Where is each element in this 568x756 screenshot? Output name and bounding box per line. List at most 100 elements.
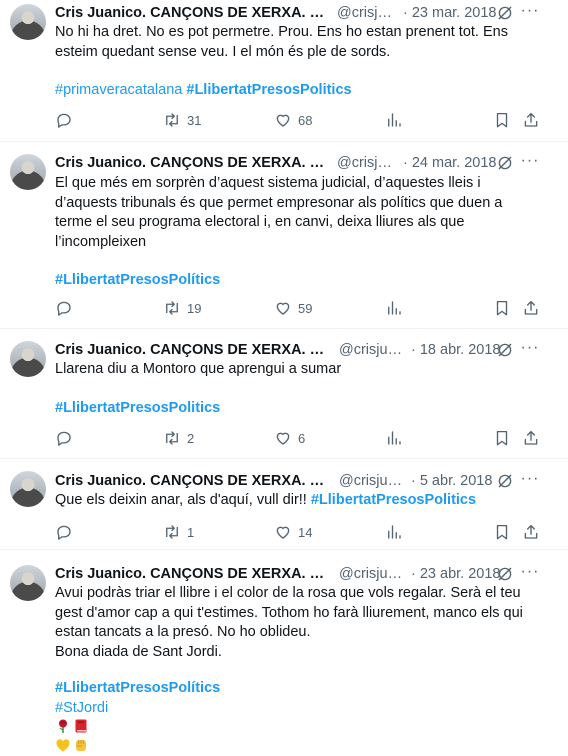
avatar[interactable] (10, 471, 46, 507)
author-name[interactable]: Cris Juanico. CANÇONS DE XERXA. Llib… (55, 566, 331, 582)
author-handle[interactable]: @crisju… (337, 155, 399, 171)
like-icon (276, 114, 290, 127)
tweet-text-line: esteim quedant sense veu. I el món és pl… (55, 43, 391, 60)
views-button[interactable] (385, 522, 403, 542)
author-handle[interactable]: @crisju… (337, 5, 399, 21)
like-button[interactable]: 59 (274, 298, 312, 318)
share-button[interactable] (522, 428, 540, 448)
tweet-date[interactable]: 24 mar. 2018 (412, 155, 497, 171)
avatar[interactable] (10, 565, 46, 601)
emoji-row (55, 718, 540, 737)
views-icon (388, 301, 401, 315)
tweet[interactable]: Cris Juanico. CANÇONS DE XERXA. Llib… @c… (0, 329, 568, 459)
share-icon (524, 524, 538, 539)
grok-icon[interactable] (496, 341, 514, 359)
author-name[interactable]: Cris Juanico. CANÇONS DE XERXA. Llib… (55, 473, 331, 489)
tweet[interactable]: Cris Juanico. CANÇONS DE XERXA. Lli… @cr… (0, 0, 568, 142)
bookmark-button[interactable] (493, 522, 511, 542)
reply-button[interactable] (55, 298, 73, 318)
retweet-icon (166, 431, 178, 445)
author-handle[interactable]: @crisjua… (339, 566, 407, 582)
views-button[interactable] (385, 298, 403, 318)
like-button[interactable]: 6 (274, 428, 305, 448)
tweet-date[interactable]: 23 mar. 2018 (412, 5, 497, 21)
tweet[interactable]: Cris Juanico. CANÇONS DE XERXA. Llib… @c… (0, 459, 568, 550)
tweet-header: Cris Juanico. CANÇONS DE XERXA. Lli… @cr… (55, 3, 562, 23)
retweet-button[interactable]: 1 (163, 522, 194, 542)
more-icon[interactable]: ··· (520, 153, 540, 172)
reply-button[interactable] (55, 522, 73, 542)
retweet-button[interactable]: 2 (163, 428, 194, 448)
tweet[interactable]: Cris Juanico. CANÇONS DE XERXA. Llib… @c… (0, 550, 568, 756)
grok-icon[interactable] (496, 472, 514, 490)
like-button[interactable]: 68 (274, 110, 312, 130)
tweet-text-line: terme el seu programa electoral i, en ca… (55, 214, 465, 230)
hashtag-link[interactable]: #StJordi (55, 700, 108, 716)
tweet-text-line: l’incompleixen (55, 233, 147, 250)
tweet-actions: 1 14 (55, 522, 540, 542)
more-icon[interactable]: ··· (520, 564, 540, 583)
author-name[interactable]: Cris Juanico. CANÇONS DE XERXA. Llib… (55, 342, 331, 358)
reply-icon (57, 301, 71, 316)
more-icon[interactable]: ··· (520, 3, 540, 22)
grok-icon[interactable] (496, 154, 514, 172)
author-handle[interactable]: @crisjua… (339, 342, 407, 358)
avatar[interactable] (10, 4, 46, 40)
like-button[interactable]: 14 (274, 522, 312, 542)
like-icon (276, 302, 290, 315)
reply-icon (57, 525, 71, 540)
author-name[interactable]: Cris Juanico. CANÇONS DE XERXA. Lli… (55, 155, 329, 171)
hashtag-link[interactable]: #LlibertatPresosPolitics (311, 492, 476, 508)
views-button[interactable] (385, 428, 403, 448)
share-button[interactable] (522, 298, 540, 318)
reply-icon (57, 431, 71, 446)
hashtag-link[interactable]: #LlibertatPresosPolítics (55, 680, 220, 696)
raised-fist-emoji (76, 740, 86, 751)
more-icon[interactable]: ··· (520, 340, 540, 359)
retweet-button[interactable]: 19 (163, 298, 201, 318)
bookmark-icon (496, 524, 508, 540)
more-icon[interactable]: ··· (520, 471, 540, 490)
like-count: 59 (298, 300, 313, 316)
avatar[interactable] (10, 341, 46, 377)
emoji-row (55, 737, 540, 756)
grok-icon[interactable] (496, 4, 514, 22)
author-handle[interactable]: @crisjua… (339, 473, 407, 489)
reply-button[interactable] (55, 428, 73, 448)
grok-icon[interactable] (496, 565, 514, 583)
views-button[interactable] (385, 110, 403, 130)
tweet-actions: 31 68 (55, 110, 540, 130)
retweet-button[interactable]: 31 (163, 110, 201, 130)
retweet-count: 1 (187, 524, 195, 540)
share-button[interactable] (522, 110, 540, 130)
bookmark-icon (496, 430, 508, 446)
bookmark-button[interactable] (493, 428, 511, 448)
tweet-actions: 19 59 (55, 298, 540, 318)
hashtag-link[interactable]: #primaveracatalana (55, 82, 182, 98)
tweet-text-line: d’aquests tribunals és que permet empres… (55, 194, 503, 211)
reply-button[interactable] (55, 110, 73, 130)
bookmark-button[interactable] (493, 298, 511, 318)
author-name[interactable]: Cris Juanico. CANÇONS DE XERXA. Lli… (55, 5, 329, 21)
hashtag-link[interactable]: #LlibertatPresosPolitics (55, 400, 220, 416)
retweet-count: 19 (187, 300, 202, 316)
separator-dot: · (411, 473, 416, 489)
share-button[interactable] (522, 522, 540, 542)
retweet-count: 2 (187, 430, 195, 446)
tweet-header: Cris Juanico. CANÇONS DE XERXA. Llib… @c… (55, 564, 562, 584)
tweet-date[interactable]: 23 abr. 2018 (420, 566, 501, 582)
tweet-date[interactable]: 18 abr. 2018 (420, 342, 501, 358)
separator-dot: · (411, 342, 416, 358)
views-icon (388, 113, 401, 127)
hashtag-link[interactable]: #LlibertatPresosPolítics (55, 272, 220, 288)
tweet-date[interactable]: 5 abr. 2018 (420, 473, 493, 489)
tweet-text: Avui podràs triar el llibre i el color d… (55, 584, 540, 756)
views-icon (388, 525, 401, 539)
share-icon (524, 112, 538, 127)
views-icon (388, 431, 401, 445)
avatar[interactable] (10, 154, 46, 190)
bookmark-button[interactable] (493, 110, 511, 130)
tweet[interactable]: Cris Juanico. CANÇONS DE XERXA. Lli… @cr… (0, 142, 568, 329)
hashtag-link[interactable]: #LlibertatPresosPolitics (186, 82, 351, 98)
tweet-text-line: Avui podràs triar el llibre i el color d… (55, 585, 521, 601)
